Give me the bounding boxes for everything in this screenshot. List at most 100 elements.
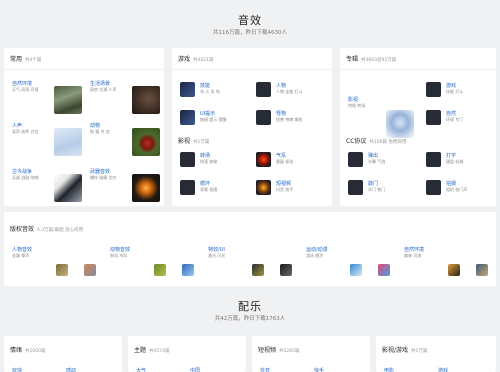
royalty-fx-thumb-1[interactable] [252, 264, 264, 276]
game-item-character[interactable]: 人物 人物 走路 打斗 [256, 82, 326, 98]
music-card-title[interactable]: 影视/游戏 [382, 345, 408, 354]
royalty-item-tags: 狗叫 鸟叫 [110, 253, 128, 258]
album-item-title[interactable]: 游戏 [446, 82, 456, 89]
game-item-title[interactable]: 人物 [276, 82, 286, 89]
music-card-short-video: 短视频 共5285篇 抖音 快手 [252, 336, 370, 372]
common-item-title[interactable]: 动物 [90, 122, 100, 129]
cc-item-title[interactable]: 弹出 [368, 152, 378, 159]
life-thumbnail[interactable] [132, 86, 160, 114]
film-card-title[interactable]: 影视 [178, 136, 190, 145]
film-item-tags: 抖音 快手 [276, 187, 294, 192]
short-video-icon [256, 180, 271, 195]
music-card-link[interactable]: 大气 [136, 367, 146, 372]
cc-item-tags: 键盘 机械 [446, 159, 464, 164]
sfx-section-subtitle: 共116万篇，昨日下载4630人 [213, 30, 287, 36]
war-thumbnail[interactable] [54, 174, 82, 202]
cc-item-knock[interactable]: 敲门 木门 铁门 [348, 180, 414, 196]
cc-item-camera[interactable]: 拍摄 相机 快门声 [426, 180, 492, 196]
game-film-card: 游戏 共4021篇 技能 冰 火 风 电 人物 人物 走路 打斗 UI提示 按键… [172, 48, 332, 206]
nature-thumbnail[interactable] [54, 86, 82, 114]
common-item-title[interactable]: 自然环境 [12, 80, 32, 87]
film-item-title[interactable]: 短视频 [276, 180, 291, 187]
music-card-title[interactable]: 短视频 [258, 345, 276, 354]
cc-item-popup[interactable]: 弹出 光晕 气泡 [348, 152, 414, 168]
album-cc-card: 专辑 共3603首92万篇 影视 特效 转场 游戏 技能 打斗 自然 环境 专门… [340, 48, 496, 206]
film-item-short-video[interactable]: 短视频 抖音 快手 [256, 180, 326, 196]
royalty-item-tags: 走路 拳声 [12, 253, 30, 258]
album-film-thumbnail[interactable] [386, 110, 414, 138]
game-item-tags: 按键 提示 提醒 [200, 117, 227, 122]
album-item-game[interactable]: 游戏 技能 打斗 [426, 82, 492, 98]
animal-thumbnail[interactable] [132, 128, 160, 156]
album-item-title[interactable]: 自然 [446, 110, 456, 117]
royalty-character-thumb-1[interactable] [56, 264, 68, 276]
common-item-tags: 厨房 交通 人声 [90, 87, 117, 92]
film-item-loop[interactable]: 循环 背景 氛围 [180, 180, 250, 196]
cc-item-title[interactable]: 拍摄 [446, 180, 456, 187]
weapon-thumbnail[interactable] [132, 174, 160, 202]
royalty-item-title[interactable]: 特效/UI [208, 246, 225, 253]
cc-item-typing[interactable]: 打字 键盘 机械 [426, 152, 492, 168]
game-card-title[interactable]: 游戏 [178, 54, 190, 63]
monster-icon [256, 110, 271, 125]
popup-icon [348, 152, 363, 167]
music-card-title[interactable]: 情绪 [10, 345, 22, 354]
game-item-tags: 怪兽 咆哮 嘶吼 [276, 117, 303, 122]
game-item-title[interactable]: 怪物 [276, 110, 286, 117]
atmosphere-icon [256, 152, 271, 167]
film-item-title[interactable]: 循环 [200, 180, 210, 187]
voice-thumbnail[interactable] [54, 128, 82, 156]
royalty-animal-thumb-2[interactable] [182, 264, 194, 276]
cc-item-tags: 相机 快门声 [446, 187, 468, 192]
royalty-fx-thumb-2[interactable] [280, 264, 292, 276]
royalty-animal-thumb-1[interactable] [154, 264, 166, 276]
music-card-link[interactable]: 快手 [314, 367, 324, 372]
cc-item-title[interactable]: 打字 [446, 152, 456, 159]
album-card-count: 共3603首92万篇 [361, 58, 397, 63]
music-card-link[interactable]: 游戏 [438, 367, 448, 372]
royalty-character-thumb-2[interactable] [84, 264, 96, 276]
common-card-title[interactable]: 常用 [10, 54, 22, 63]
game-item-ui[interactable]: UI提示 按键 提示 提醒 [180, 110, 250, 126]
game-item-title[interactable]: 技能 [200, 82, 210, 89]
film-item-transition[interactable]: 转场 快速 穿梭 [180, 152, 250, 168]
royalty-card-title[interactable]: 版权音效 [10, 224, 34, 233]
cc-item-title[interactable]: 敲门 [368, 180, 378, 187]
film-item-title[interactable]: 气氛 [276, 152, 286, 159]
royalty-item-title[interactable]: 人物音效 [12, 246, 32, 253]
game-card-count: 共4021篇 [193, 58, 214, 63]
royalty-item-title[interactable]: 自然环境 [404, 246, 424, 253]
film-item-title[interactable]: 转场 [200, 152, 210, 159]
music-card-title[interactable]: 主题 [134, 345, 146, 354]
royalty-sports-thumb-2[interactable] [378, 264, 390, 276]
film-item-atmosphere[interactable]: 气氛 悬疑 紧张 [256, 152, 326, 168]
music-card-count: 共1万篇 [411, 349, 428, 354]
music-card-link[interactable]: 感动 [66, 367, 76, 372]
game-item-monster[interactable]: 怪物 怪兽 咆哮 嘶吼 [256, 110, 326, 126]
common-item-title[interactable]: 人声 [12, 122, 22, 129]
album-card-title[interactable]: 专辑 [346, 54, 358, 63]
music-card-count: 共4574篇 [149, 349, 170, 354]
common-item-title[interactable]: 生活场景 [90, 80, 110, 87]
royalty-item-title[interactable]: 动物音效 [110, 246, 130, 253]
cc-item-tags: 光晕 气泡 [368, 159, 386, 164]
game-item-skill[interactable]: 技能 冰 火 风 电 [180, 82, 250, 98]
music-card-link[interactable]: 抖音 [260, 367, 270, 372]
music-card-count: 共5285篇 [279, 349, 300, 354]
royalty-item-title[interactable]: 运动/动漫 [306, 246, 328, 253]
loop-icon [180, 180, 195, 195]
knock-icon [348, 180, 363, 195]
album-item-nature[interactable]: 自然 环境 专门 [426, 110, 492, 126]
royalty-sports-thumb-1[interactable] [350, 264, 362, 276]
cc-card-title[interactable]: CC协议 [346, 136, 366, 145]
common-item-title[interactable]: 武器音效 [90, 168, 110, 175]
music-card-count: 共2000篇 [25, 349, 46, 354]
album-film-label[interactable]: 影视 [348, 96, 358, 103]
game-item-title[interactable]: UI提示 [200, 110, 215, 117]
music-card-link[interactable]: 电影 [384, 367, 394, 372]
royalty-nature-thumb-2[interactable] [476, 264, 488, 276]
common-item-title[interactable]: 古今战争 [12, 168, 32, 175]
music-card-link[interactable]: 中国 [190, 367, 200, 372]
royalty-nature-thumb-1[interactable] [448, 264, 460, 276]
music-card-link[interactable]: 欢快 [12, 367, 22, 372]
